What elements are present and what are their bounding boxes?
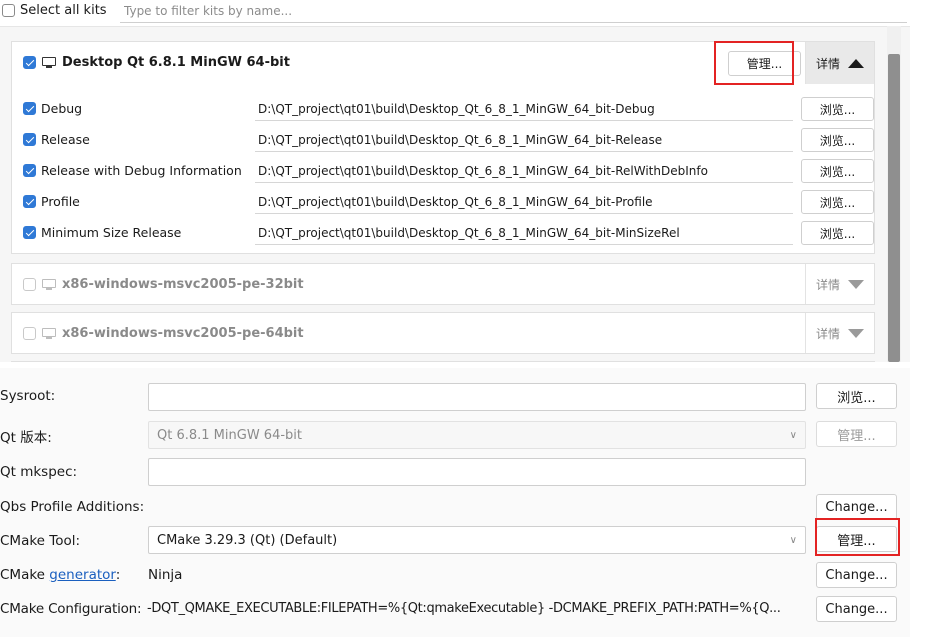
kit-card-partial bbox=[11, 361, 875, 362]
details-toggle[interactable]: 详情 bbox=[805, 42, 874, 84]
kit-enabled-checkbox[interactable] bbox=[23, 278, 36, 291]
cmake-tool-select[interactable]: CMake 3.29.3 (Qt) (Default) ∨ bbox=[148, 526, 806, 554]
config-checkbox[interactable] bbox=[23, 226, 36, 239]
browse-button[interactable]: 浏览... bbox=[801, 221, 874, 245]
config-checkbox[interactable] bbox=[23, 195, 36, 208]
qt-mkspec-input[interactable] bbox=[148, 458, 806, 486]
select-all-label: Select all kits bbox=[20, 3, 107, 18]
build-config-row: Release 浏览... bbox=[23, 128, 874, 152]
browse-button[interactable]: 浏览... bbox=[801, 128, 874, 152]
qbs-profile-change-button[interactable]: Change... bbox=[816, 494, 897, 520]
cmake-generator-label-prefix: CMake bbox=[0, 567, 50, 583]
build-config-row: Minimum Size Release 浏览... bbox=[23, 221, 874, 245]
kit-header: Desktop Qt 6.8.1 MinGW 64-bit bbox=[23, 55, 290, 70]
config-name: Release bbox=[41, 132, 90, 147]
cmake-tool-label: CMake Tool: bbox=[0, 533, 81, 549]
monitor-icon bbox=[42, 278, 56, 291]
kit-name: x86-windows-msvc2005-pe-64bit bbox=[62, 326, 304, 341]
build-path-input[interactable] bbox=[255, 97, 793, 121]
highlight-box bbox=[815, 518, 900, 556]
select-all-kits-checkbox[interactable]: Select all kits bbox=[2, 3, 107, 18]
details-label: 详情 bbox=[815, 277, 840, 292]
kit-card-desktop-qt: Desktop Qt 6.8.1 MinGW 64-bit 管理... 详情 D… bbox=[11, 41, 875, 254]
details-toggle[interactable]: 详情 bbox=[805, 313, 874, 353]
expand-arrow-icon bbox=[848, 328, 864, 338]
details-label: 详情 bbox=[815, 326, 840, 341]
filter-row: Select all kits bbox=[0, 0, 910, 24]
kit-header: x86-windows-msvc2005-pe-64bit bbox=[23, 326, 304, 341]
cmake-configuration-value: -DQT_QMAKE_EXECUTABLE:FILEPATH=%{Qt:qmak… bbox=[147, 601, 781, 616]
build-config-row: Release with Debug Information 浏览... bbox=[23, 159, 874, 183]
chevron-down-icon: ∨ bbox=[789, 535, 797, 546]
qt-version-label: Qt 版本: bbox=[0, 430, 52, 446]
build-config-row: Debug 浏览... bbox=[23, 97, 874, 121]
expand-arrow-icon bbox=[848, 279, 864, 289]
config-name: Minimum Size Release bbox=[41, 225, 182, 240]
collapse-arrow-icon bbox=[848, 58, 864, 68]
config-name: Release with Debug Information bbox=[41, 163, 242, 178]
highlight-box bbox=[714, 41, 794, 85]
chevron-down-icon: ∨ bbox=[789, 430, 797, 441]
cmake-generator-change-button[interactable]: Change... bbox=[816, 562, 897, 588]
details-label: 详情 bbox=[815, 56, 840, 71]
kit-name: x86-windows-msvc2005-pe-32bit bbox=[62, 277, 304, 292]
kit-card-msvc2005-32bit[interactable]: x86-windows-msvc2005-pe-32bit 详情 bbox=[11, 263, 875, 305]
cmake-generator-label: CMake generator: bbox=[0, 567, 120, 583]
config-name: Profile bbox=[41, 194, 80, 209]
build-path-input[interactable] bbox=[255, 159, 793, 183]
qt-version-manage-button[interactable]: 管理... bbox=[816, 421, 897, 447]
cmake-tool-value: CMake 3.29.3 (Qt) (Default) bbox=[157, 532, 338, 548]
cmake-generator-label-suffix: : bbox=[115, 567, 121, 583]
cmake-generator-value: Ninja bbox=[148, 567, 183, 583]
qt-version-value: Qt 6.8.1 MinGW 64-bit bbox=[157, 427, 302, 443]
qt-version-select[interactable]: Qt 6.8.1 MinGW 64-bit ∨ bbox=[148, 421, 806, 449]
browse-button[interactable]: 浏览... bbox=[801, 190, 874, 214]
browse-button[interactable]: 浏览... bbox=[801, 97, 874, 121]
kit-settings-panel: Sysroot: 浏览... Qt 版本: Qt 6.8.1 MinGW 64-… bbox=[0, 368, 910, 637]
browse-button[interactable]: 浏览... bbox=[801, 159, 874, 183]
kit-enabled-checkbox[interactable] bbox=[23, 327, 36, 340]
sysroot-input[interactable] bbox=[148, 383, 806, 411]
sysroot-label: Sysroot: bbox=[0, 388, 56, 404]
config-checkbox[interactable] bbox=[23, 133, 36, 146]
scrollbar-thumb[interactable] bbox=[888, 54, 900, 362]
config-checkbox[interactable] bbox=[23, 164, 36, 177]
kit-filter-input[interactable] bbox=[120, 0, 907, 23]
sysroot-browse-button[interactable]: 浏览... bbox=[816, 383, 897, 409]
qt-mkspec-label: Qt mkspec: bbox=[0, 464, 78, 480]
kit-header: x86-windows-msvc2005-pe-32bit bbox=[23, 277, 304, 292]
build-path-input[interactable] bbox=[255, 190, 793, 214]
qbs-profile-label: Qbs Profile Additions: bbox=[0, 499, 145, 515]
build-path-input[interactable] bbox=[255, 221, 793, 245]
cmake-configuration-label: CMake Configuration: bbox=[0, 601, 142, 617]
monitor-icon bbox=[42, 327, 56, 340]
kits-list: Desktop Qt 6.8.1 MinGW 64-bit 管理... 详情 D… bbox=[0, 26, 910, 362]
details-toggle[interactable]: 详情 bbox=[805, 264, 874, 304]
config-checkbox[interactable] bbox=[23, 102, 36, 115]
kit-card-msvc2005-64bit[interactable]: x86-windows-msvc2005-pe-64bit 详情 bbox=[11, 312, 875, 354]
kit-enabled-checkbox[interactable] bbox=[23, 56, 36, 69]
cmake-configuration-change-button[interactable]: Change... bbox=[816, 596, 897, 622]
cmake-generator-link[interactable]: generator bbox=[49, 567, 115, 583]
build-config-row: Profile 浏览... bbox=[23, 190, 874, 214]
config-name: Debug bbox=[41, 101, 83, 116]
kit-name: Desktop Qt 6.8.1 MinGW 64-bit bbox=[62, 55, 290, 70]
build-path-input[interactable] bbox=[255, 128, 793, 152]
checkbox-icon[interactable] bbox=[2, 4, 15, 17]
monitor-icon bbox=[42, 56, 56, 69]
